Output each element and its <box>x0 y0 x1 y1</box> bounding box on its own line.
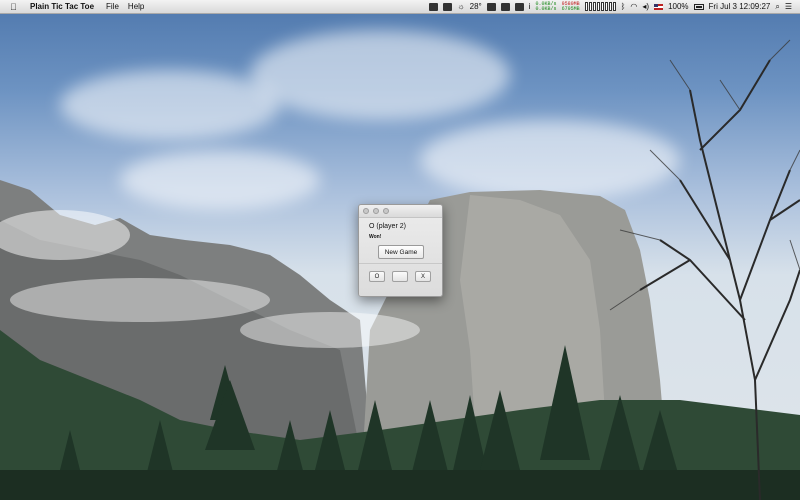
window-icon[interactable] <box>443 2 453 11</box>
battery-icon[interactable] <box>693 3 704 10</box>
input-source-flag-icon[interactable] <box>654 3 664 10</box>
clock[interactable]: Fri Jul 3 12:09:27 <box>709 2 771 11</box>
close-window-button[interactable] <box>363 208 369 214</box>
net-down-text: 0.0KB/s <box>535 5 557 12</box>
cpu-meter[interactable] <box>584 2 616 11</box>
minimize-window-button[interactable] <box>373 208 379 214</box>
current-player-label: O (player 2) <box>369 223 406 230</box>
network-monitor[interactable]: 0.0KB/s 0.0KB/s <box>535 1 557 12</box>
dropbox-icon[interactable] <box>429 2 439 11</box>
divider <box>359 263 442 264</box>
mem-free-text: 6795MB <box>561 5 580 12</box>
new-game-button[interactable]: New Game <box>378 245 424 259</box>
apple-menu-icon[interactable]:  <box>10 2 20 12</box>
notification-center-icon[interactable]: ☰ <box>785 2 792 11</box>
status-area: ☼ 28° i 0.0KB/s 0.0KB/s 9580MB 6795MB ᛒ … <box>429 0 792 13</box>
volume-icon[interactable]: ◂) <box>642 2 649 11</box>
keyboard-icon[interactable] <box>500 2 510 11</box>
weather-icon[interactable]: ☼ <box>457 2 464 11</box>
screen-icon[interactable] <box>486 2 496 11</box>
board-cell-3[interactable]: X <box>415 271 431 282</box>
memory-monitor[interactable]: 9580MB 6795MB <box>561 1 580 12</box>
result-label: Won! <box>369 234 382 240</box>
battery-percent[interactable]: 100% <box>668 2 688 11</box>
disk-icon[interactable] <box>514 2 524 11</box>
spotlight-icon[interactable]: ⌕ <box>775 2 779 12</box>
temperature-text[interactable]: 28° <box>470 2 482 11</box>
zoom-window-button[interactable] <box>383 208 389 214</box>
menu-bar:  Plain Tic Tac Toe File Help ☼ 28° i 0.… <box>0 0 800 14</box>
app-menu[interactable]: Plain Tic Tac Toe <box>30 2 94 11</box>
board-cell-1[interactable]: O <box>369 271 385 282</box>
game-window: O (player 2) Won! New Game O X <box>358 204 443 297</box>
window-titlebar[interactable] <box>359 205 442 218</box>
board-cell-2[interactable] <box>392 271 408 282</box>
menu-help[interactable]: Help <box>128 2 144 11</box>
menu-file[interactable]: File <box>106 2 119 11</box>
info-icon[interactable]: i <box>529 2 531 11</box>
bluetooth-icon[interactable]: ᛒ <box>621 2 626 11</box>
wifi-icon[interactable]: ◠ <box>630 2 637 11</box>
